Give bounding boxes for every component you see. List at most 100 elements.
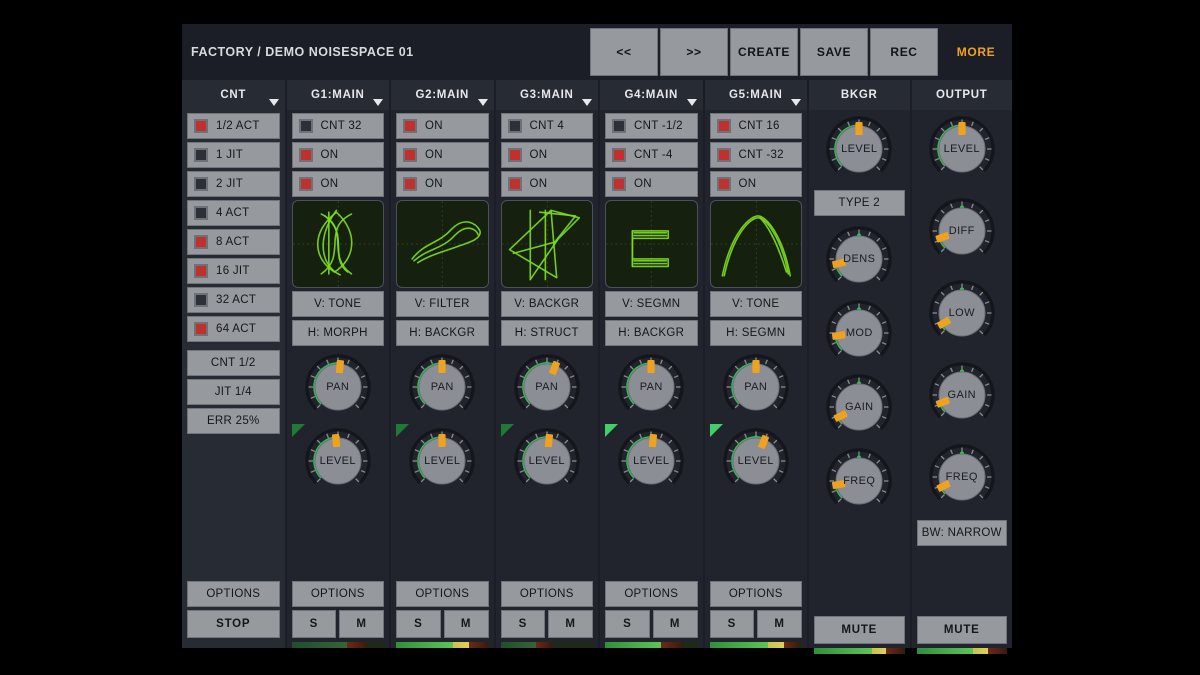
g1-h-axis-button[interactable]: H: MORPH bbox=[291, 320, 384, 346]
g2-level-knob[interactable]: LEVEL bbox=[409, 428, 475, 494]
g4-v-axis-button[interactable]: V: SEGMN bbox=[605, 291, 698, 317]
g3-solo-button[interactable]: S bbox=[500, 610, 546, 638]
stop-button[interactable]: STOP bbox=[187, 610, 280, 638]
g1-oscilloscope[interactable] bbox=[291, 200, 384, 288]
g3-pan-knob[interactable]: PAN bbox=[514, 354, 580, 420]
g5-toggle-1[interactable]: CNT -32 bbox=[709, 142, 802, 168]
g4-toggle-2[interactable]: ON bbox=[605, 171, 698, 197]
cnt-toggle-1[interactable]: 1 JIT bbox=[187, 142, 280, 168]
column-g5-header[interactable]: G5:MAIN bbox=[704, 80, 807, 110]
column-cnt-header[interactable]: CNT bbox=[182, 80, 285, 110]
g5-pan-knob[interactable]: PAN bbox=[723, 354, 789, 420]
g4-toggle-0[interactable]: CNT -1/2 bbox=[605, 113, 698, 139]
g4-solo-button[interactable]: S bbox=[605, 610, 650, 638]
g1-toggle-1[interactable]: ON bbox=[291, 142, 384, 168]
g2-toggle-0[interactable]: ON bbox=[396, 113, 489, 139]
g4-options-button[interactable]: OPTIONS bbox=[605, 581, 698, 607]
column-g1-header[interactable]: G1:MAIN bbox=[286, 80, 389, 110]
g1-options-button[interactable]: OPTIONS bbox=[291, 581, 384, 607]
g2-h-axis-button[interactable]: H: BACKGR bbox=[396, 320, 489, 346]
output-diff-knob[interactable]: DIFF bbox=[929, 198, 995, 264]
output-bandwidth-button[interactable]: BW: NARROW bbox=[916, 520, 1007, 546]
g1-mute-button[interactable]: M bbox=[339, 610, 384, 638]
output-mute-button[interactable]: MUTE bbox=[916, 616, 1007, 644]
output-gain-knob[interactable]: GAIN bbox=[929, 362, 995, 428]
g5-oscilloscope[interactable] bbox=[709, 200, 802, 288]
cnt-toggle-3[interactable]: 4 ACT bbox=[187, 200, 280, 226]
g3-toggle-2[interactable]: ON bbox=[500, 171, 593, 197]
cnt-options-button[interactable]: OPTIONS bbox=[187, 581, 280, 607]
g2-toggle-2[interactable]: ON bbox=[396, 171, 489, 197]
rec-button[interactable]: REC bbox=[870, 28, 938, 76]
g1-v-axis-button[interactable]: V: TONE bbox=[291, 291, 384, 317]
output-low-knob[interactable]: LOW bbox=[929, 280, 995, 346]
cnt-toggle-4[interactable]: 8 ACT bbox=[187, 229, 280, 255]
g5-solo-button[interactable]: S bbox=[709, 610, 755, 638]
save-button[interactable]: SAVE bbox=[800, 28, 868, 76]
chevron-down-icon[interactable] bbox=[477, 99, 488, 106]
chevron-down-icon[interactable] bbox=[373, 99, 383, 106]
g1-solo-button[interactable]: S bbox=[291, 610, 337, 638]
g5-level-knob[interactable]: LEVEL bbox=[723, 428, 789, 494]
g4-pan-knob[interactable]: PAN bbox=[618, 354, 684, 420]
cnt-toggle-6[interactable]: 32 ACT bbox=[187, 287, 280, 313]
prev-button[interactable]: << bbox=[590, 28, 658, 76]
g3-options-button[interactable]: OPTIONS bbox=[500, 581, 593, 607]
cnt-toggle-5[interactable]: 16 JIT bbox=[187, 258, 280, 284]
g2-solo-button[interactable]: S bbox=[396, 610, 441, 638]
g1-toggle-0[interactable]: CNT 32 bbox=[291, 113, 384, 139]
g2-mute-button[interactable]: M bbox=[443, 610, 489, 638]
g5-options-button[interactable]: OPTIONS bbox=[709, 581, 802, 607]
g2-oscilloscope[interactable] bbox=[396, 200, 489, 288]
g5-h-axis-button[interactable]: H: SEGMN bbox=[709, 320, 802, 346]
bkgr-dens-knob[interactable]: DENS bbox=[826, 226, 892, 292]
next-button[interactable]: >> bbox=[660, 28, 728, 76]
bkgr-level-knob[interactable]: LEVEL bbox=[826, 116, 892, 182]
g3-h-axis-button[interactable]: H: STRUCT bbox=[500, 320, 593, 346]
g2-pan-knob[interactable]: PAN bbox=[409, 354, 475, 420]
g3-v-axis-button[interactable]: V: BACKGR bbox=[500, 291, 593, 317]
bkgr-mute-button[interactable]: MUTE bbox=[814, 616, 905, 644]
column-g2-header[interactable]: G2:MAIN bbox=[391, 80, 494, 110]
g5-v-axis-button[interactable]: V: TONE bbox=[709, 291, 802, 317]
output-level-knob[interactable]: LEVEL bbox=[929, 116, 995, 182]
column-g4-header[interactable]: G4:MAIN bbox=[600, 80, 703, 110]
preset-name-display[interactable]: FACTORY / DEMO NOISESPACE 01 bbox=[182, 24, 588, 80]
bkgr-freq-knob[interactable]: FREQ bbox=[826, 448, 892, 514]
g2-options-button[interactable]: OPTIONS bbox=[396, 581, 489, 607]
column-g3-header[interactable]: G3:MAIN bbox=[495, 80, 598, 110]
g2-v-axis-button[interactable]: V: FILTER bbox=[396, 291, 489, 317]
g5-toggle-2[interactable]: ON bbox=[709, 171, 802, 197]
chevron-down-icon[interactable] bbox=[268, 99, 279, 106]
bkgr-type-button[interactable]: TYPE 2 bbox=[814, 190, 905, 216]
cnt-param-1[interactable]: JIT 1/4 bbox=[187, 379, 280, 405]
g1-toggle-2[interactable]: ON bbox=[291, 171, 384, 197]
g5-mute-button[interactable]: M bbox=[757, 610, 802, 638]
g3-toggle-1[interactable]: ON bbox=[500, 142, 593, 168]
cnt-param-0[interactable]: CNT 1/2 bbox=[187, 350, 280, 376]
g4-oscilloscope[interactable] bbox=[605, 200, 698, 288]
g1-level-knob[interactable]: LEVEL bbox=[305, 428, 371, 494]
g3-toggle-0[interactable]: CNT 4 bbox=[500, 113, 593, 139]
g4-mute-button[interactable]: M bbox=[652, 610, 698, 638]
chevron-down-icon[interactable] bbox=[791, 99, 801, 106]
bkgr-mod-knob[interactable]: MOD bbox=[826, 300, 892, 366]
g3-oscilloscope[interactable] bbox=[500, 200, 593, 288]
g3-mute-button[interactable]: M bbox=[548, 610, 593, 638]
g4-level-knob[interactable]: LEVEL bbox=[618, 428, 684, 494]
g1-pan-knob[interactable]: PAN bbox=[305, 354, 371, 420]
g5-toggle-0[interactable]: CNT 16 bbox=[709, 113, 802, 139]
cnt-toggle-0[interactable]: 1/2 ACT bbox=[187, 113, 280, 139]
g4-toggle-1[interactable]: CNT -4 bbox=[605, 142, 698, 168]
bkgr-gain-knob[interactable]: GAIN bbox=[826, 374, 892, 440]
cnt-toggle-7[interactable]: 64 ACT bbox=[187, 316, 280, 342]
chevron-down-icon[interactable] bbox=[582, 99, 592, 106]
g2-toggle-1[interactable]: ON bbox=[396, 142, 489, 168]
cnt-param-2[interactable]: ERR 25% bbox=[187, 408, 280, 434]
more-button[interactable]: MORE bbox=[940, 28, 1012, 76]
output-freq-knob[interactable]: FREQ bbox=[929, 444, 995, 510]
cnt-toggle-2[interactable]: 2 JIT bbox=[187, 171, 280, 197]
chevron-down-icon[interactable] bbox=[686, 99, 697, 106]
create-button[interactable]: CREATE bbox=[730, 28, 798, 76]
g3-level-knob[interactable]: LEVEL bbox=[514, 428, 580, 494]
